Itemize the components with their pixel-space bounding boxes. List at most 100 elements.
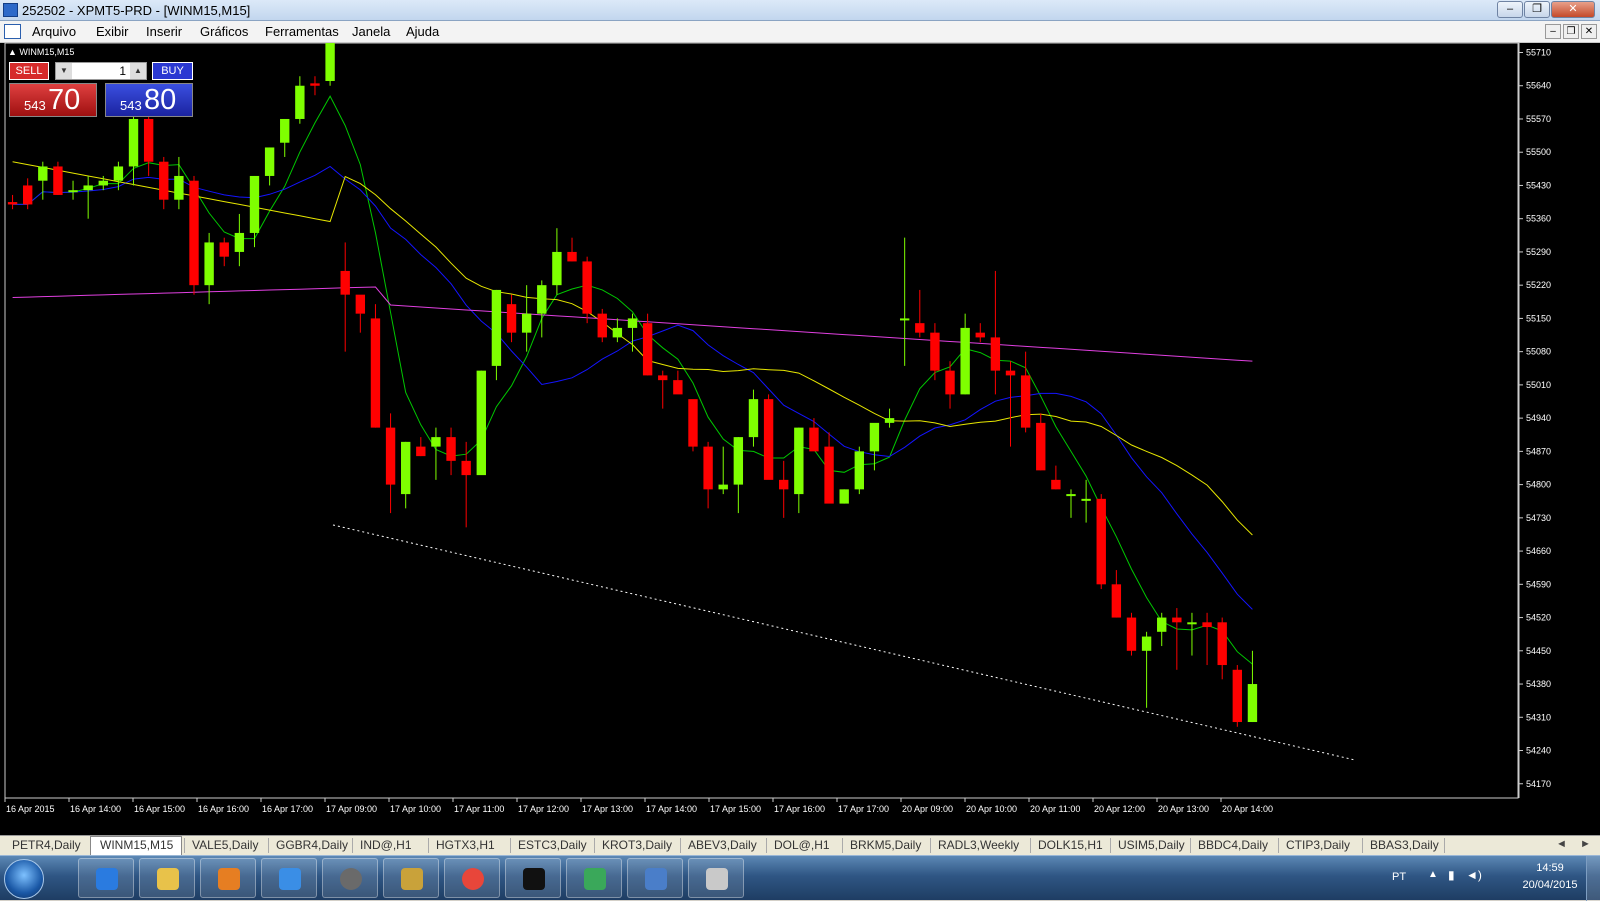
minimize-button[interactable]: –: [1497, 1, 1523, 18]
bull-candle: [1141, 636, 1152, 651]
bear-candle: [355, 294, 366, 314]
tab-usim5-daily[interactable]: USIM5,Daily: [1118, 838, 1185, 852]
tab-winm15-m15[interactable]: WINM15,M15: [100, 838, 173, 852]
tab-scroll-left-icon[interactable]: ◄: [1556, 838, 1567, 850]
y-tick-label: 55640: [1526, 81, 1551, 91]
volume-icon[interactable]: ◄): [1466, 868, 1482, 882]
lot-decrease-icon[interactable]: ▼: [56, 63, 72, 79]
file-explorer-taskbar-button[interactable]: [139, 858, 195, 898]
start-button[interactable]: [4, 859, 44, 899]
bear-candle: [446, 437, 456, 461]
y-tick-label: 54240: [1526, 746, 1551, 756]
signal-icon[interactable]: ▮: [1448, 868, 1455, 882]
file-explorer-icon: [157, 868, 179, 890]
x-tick-label: 17 Apr 10:00: [390, 804, 441, 814]
tab-separator: [680, 838, 681, 853]
bull-candle: [1187, 622, 1197, 625]
y-tick-label: 54870: [1526, 446, 1551, 456]
sell-price[interactable]: 543 70: [9, 83, 97, 117]
bull-candle: [869, 422, 880, 452]
bull-candle: [733, 437, 744, 485]
tab-abev3-daily[interactable]: ABEV3,Daily: [688, 838, 757, 852]
chart-window-icon[interactable]: [4, 24, 21, 39]
bull-candle: [748, 399, 759, 438]
bear-candle: [1036, 422, 1046, 471]
bear-candle: [385, 427, 396, 485]
bear-candle: [597, 313, 607, 338]
chrome-taskbar-button[interactable]: [444, 858, 500, 898]
lot-value[interactable]: 1: [119, 64, 126, 78]
y-tick-label: 55500: [1526, 147, 1551, 157]
tab-hgtx3-h1[interactable]: HGTX3,H1: [436, 838, 495, 852]
bear-candle: [990, 337, 1001, 371]
bull-candle: [249, 175, 260, 233]
chrome-icon: [462, 868, 484, 890]
maximize-button[interactable]: ❐: [1524, 1, 1550, 18]
bull-candle: [552, 251, 562, 286]
y-tick-label: 55150: [1526, 313, 1551, 323]
mdi-close-button[interactable]: ✕: [1581, 24, 1597, 39]
close-button[interactable]: ✕: [1551, 1, 1595, 18]
menu-ajuda[interactable]: Ajuda: [406, 24, 439, 39]
bear-candle: [945, 370, 955, 395]
lot-size-field[interactable]: ▼ 1 ▲: [55, 62, 147, 80]
bear-candle: [159, 161, 169, 200]
menu-graficos[interactable]: Gráficos: [200, 24, 248, 39]
bear-candle: [416, 446, 426, 457]
y-tick-label: 54380: [1526, 679, 1551, 689]
y-tick-label: 55360: [1526, 214, 1551, 224]
xp-taskbar-button[interactable]: [505, 858, 561, 898]
tab-ggbr4-daily[interactable]: GGBR4,Daily: [276, 838, 348, 852]
bear-candle: [582, 261, 592, 314]
buy-price[interactable]: 543 80: [105, 83, 193, 117]
tab-dol-h1[interactable]: DOL@,H1: [774, 838, 830, 852]
chart-area[interactable]: 55710 55640 55570 55500 55430 55360 55290 55220…: [0, 43, 1600, 835]
language-indicator[interactable]: PT: [1392, 871, 1406, 883]
sell-button[interactable]: SELL: [9, 62, 49, 80]
y-tick-label: 54310: [1526, 712, 1551, 722]
buy-button[interactable]: BUY: [152, 62, 193, 80]
tab-radl3-weekly[interactable]: RADL3,Weekly: [938, 838, 1019, 852]
media-player-taskbar-button[interactable]: [200, 858, 256, 898]
tab-ind-h1[interactable]: IND@,H1: [360, 838, 412, 852]
menu-arquivo[interactable]: Arquivo: [32, 24, 76, 39]
show-desktop-button[interactable]: [1586, 856, 1600, 901]
tab-separator: [930, 838, 931, 853]
mdi-restore-button[interactable]: ❐: [1563, 24, 1579, 39]
bull-candle: [68, 190, 78, 193]
mdi-minimize-button[interactable]: –: [1545, 24, 1561, 39]
lot-increase-icon[interactable]: ▲: [130, 63, 146, 79]
tab-brkm5-daily[interactable]: BRKM5,Daily: [850, 838, 921, 852]
tab-ctip3-daily[interactable]: CTIP3,Daily: [1286, 838, 1350, 852]
x-tick-label: 17 Apr 14:00: [646, 804, 697, 814]
menu-janela[interactable]: Janela: [352, 24, 390, 39]
tray-arrow-icon[interactable]: ▲: [1428, 869, 1438, 880]
bull-candle: [884, 418, 895, 423]
tab-petr4-daily[interactable]: PETR4,Daily: [12, 838, 81, 852]
bull-candle: [325, 43, 335, 81]
bull-candle: [899, 318, 910, 321]
menu-ferramentas[interactable]: Ferramentas: [265, 24, 339, 39]
tab-estc3-daily[interactable]: ESTC3,Daily: [518, 838, 587, 852]
paint-icon: [706, 868, 728, 890]
network-taskbar-button[interactable]: [261, 858, 317, 898]
archive-taskbar-button[interactable]: [383, 858, 439, 898]
tab-bbas3-daily[interactable]: BBAS3,Daily: [1370, 838, 1439, 852]
metatrader-taskbar-button[interactable]: [566, 858, 622, 898]
tab-scroll-right-icon[interactable]: ►: [1580, 838, 1591, 850]
menu-inserir[interactable]: Inserir: [146, 24, 182, 39]
bear-candle: [824, 446, 834, 504]
clock-time[interactable]: 14:59: [1515, 862, 1585, 874]
menu-exibir[interactable]: Exibir: [96, 24, 129, 39]
photo-taskbar-button[interactable]: [627, 858, 683, 898]
tab-bbdc4-daily[interactable]: BBDC4,Daily: [1198, 838, 1268, 852]
tab-dolk15-h1[interactable]: DOLK15,H1: [1038, 838, 1103, 852]
bear-candle: [930, 332, 940, 371]
tab-krot3-daily[interactable]: KROT3,Daily: [602, 838, 672, 852]
clock-date[interactable]: 20/04/2015: [1510, 879, 1590, 891]
price-chart[interactable]: 55710 55640 55570 55500 55430 55360 55290 55220…: [0, 43, 1600, 835]
hp-taskbar-button[interactable]: [322, 858, 378, 898]
paint-taskbar-button[interactable]: [688, 858, 744, 898]
internet-explorer-taskbar-button[interactable]: [78, 858, 134, 898]
tab-vale5-daily[interactable]: VALE5,Daily: [192, 838, 258, 852]
